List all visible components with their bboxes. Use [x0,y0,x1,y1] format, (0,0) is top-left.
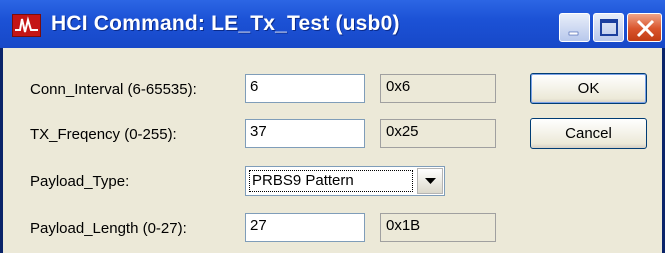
payload-type-select[interactable]: PRBS9 Pattern [245,166,445,196]
payload-length-input[interactable]: 27 [245,213,365,242]
waveform-icon [12,14,41,37]
payload-length-hex: 0x1B [380,213,496,242]
cancel-button[interactable]: Cancel [530,118,647,149]
conn-interval-hex: 0x6 [380,74,496,103]
dialog-window: HCI Command: LE_Tx_Test (usb0) Conn_Inte… [0,0,665,253]
minimize-button[interactable] [559,13,590,42]
tx-frequency-hex: 0x25 [380,119,496,148]
dialog-body: Conn_Interval (6-65535): 6 0x6 TX_Freqen… [3,48,662,253]
title-bar[interactable]: HCI Command: LE_Tx_Test (usb0) [0,0,665,48]
window-title: HCI Command: LE_Tx_Test (usb0) [51,12,400,35]
maximize-icon [600,19,618,36]
payload-type-selected-value: PRBS9 Pattern [249,170,413,192]
maximize-button[interactable] [593,13,624,42]
minimize-icon [568,31,579,36]
payload-length-label: Payload_Length (0-27): [30,220,187,237]
payload-type-label: Payload_Type: [30,173,130,190]
chevron-down-icon [425,178,436,184]
conn-interval-input[interactable]: 6 [245,74,365,103]
ok-button[interactable]: OK [530,73,647,104]
conn-interval-label: Conn_Interval (6-65535): [30,81,197,98]
close-icon [636,19,655,38]
tx-frequency-label: TX_Freqency (0-255): [30,126,177,143]
tx-frequency-input[interactable]: 37 [245,119,365,148]
dropdown-button[interactable] [417,168,443,194]
close-button[interactable] [627,13,662,42]
